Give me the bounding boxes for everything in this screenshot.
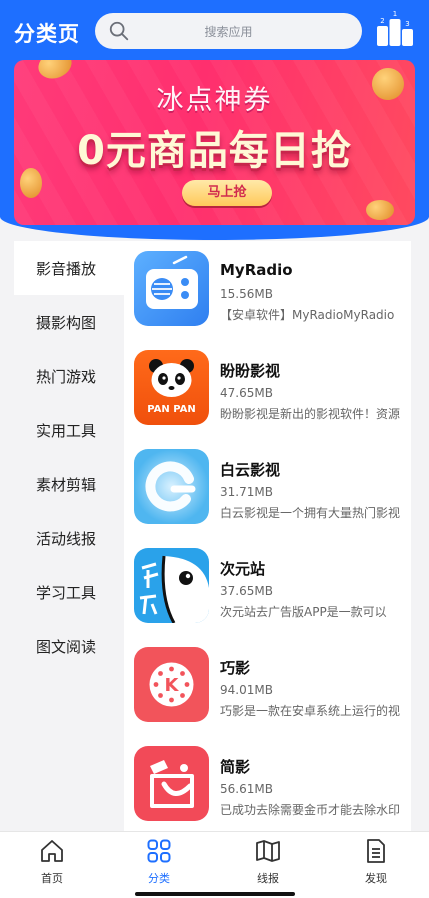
tab-home[interactable]: 首页: [12, 838, 92, 886]
search-input[interactable]: 搜索应用: [95, 13, 362, 49]
svg-text:K: K: [165, 675, 180, 696]
tab-label: 分类: [148, 872, 170, 885]
sidebar-item-editing[interactable]: 素材剪辑: [14, 457, 124, 511]
list-item[interactable]: 白云影视 31.71MB 白云影视是一个拥有大量热门影视: [134, 449, 411, 548]
app-name: 巧影: [220, 659, 251, 677]
category-sidebar: 影音播放 摄影构图 热门游戏 实用工具 素材剪辑 活动线报 学习工具 图文阅读: [14, 241, 124, 831]
sidebar-item-photography[interactable]: 摄影构图: [14, 295, 124, 349]
app-name: 白云影视: [220, 461, 281, 479]
page-title: 分类页: [14, 22, 80, 46]
sidebar-item-tools[interactable]: 实用工具: [14, 403, 124, 457]
svg-text:PAN PAN: PAN PAN: [147, 404, 196, 415]
home-icon: [41, 840, 63, 862]
category-panel: 影音播放 摄影构图 热门游戏 实用工具 素材剪辑 活动线报 学习工具 图文阅读: [14, 241, 411, 831]
tab-label: 发现: [365, 872, 387, 885]
app-list: MyRadio 15.56MB 【安卓软件】MyRadioMyRadio PAN…: [134, 251, 411, 831]
map-icon: [256, 840, 280, 862]
app-name: 简影: [220, 758, 251, 776]
sidebar-item-study[interactable]: 学习工具: [14, 565, 124, 619]
grid-icon: [147, 839, 171, 863]
tab-label: 首页: [41, 872, 63, 885]
app-description: 巧影是一款在安卓系统上运行的视: [220, 704, 401, 718]
tab-category[interactable]: 分类: [119, 838, 199, 886]
tab-deals[interactable]: 线报: [228, 838, 308, 886]
app-size: 31.71MB: [220, 485, 273, 499]
banner-subtitle: 冰点神券: [156, 85, 273, 116]
app-description: 次元站去广告版APP是一款可以: [220, 605, 387, 619]
svg-text:2: 2: [380, 17, 384, 25]
list-item[interactable]: K 巧影 94.01MB 巧影是一款在安卓系统上运行的视: [134, 647, 411, 746]
clapper-icon: [134, 746, 209, 821]
promo-banner[interactable]: 冰点神券 0元商品每日抢 马上抢: [14, 60, 415, 225]
svg-text:1: 1: [393, 10, 397, 18]
list-item[interactable]: PAN PAN 盼盼影视 47.65MB 盼盼影视是新出的影视软件！资源: [134, 350, 411, 449]
tab-discover[interactable]: 发现: [336, 838, 416, 886]
list-item[interactable]: MyRadio 15.56MB 【安卓软件】MyRadioMyRadio: [134, 251, 411, 350]
list-item[interactable]: 简影 56.61MB 已成功去除需要金币才能去除水印: [134, 746, 411, 831]
radio-icon: [134, 251, 209, 326]
document-icon: [367, 839, 385, 863]
app-name: 次元站: [220, 560, 266, 578]
app-size: 56.61MB: [220, 782, 273, 796]
podium-icon[interactable]: 1 2 3: [374, 10, 416, 50]
app-size: 37.65MB: [220, 584, 273, 598]
app-size: 15.56MB: [220, 287, 273, 301]
kinemaster-icon: K: [134, 647, 209, 722]
panda-icon: PAN PAN: [134, 350, 209, 425]
app-name: MyRadio: [220, 261, 293, 279]
list-item[interactable]: 次元站 37.65MB 次元站去广告版APP是一款可以: [134, 548, 411, 647]
sidebar-item-reading[interactable]: 图文阅读: [14, 619, 124, 673]
sidebar-item-games[interactable]: 热门游戏: [14, 349, 124, 403]
app-size: 47.65MB: [220, 386, 273, 400]
app-name: 盼盼影视: [220, 362, 281, 380]
bottom-tabbar: 首页 分类 线报 发现: [0, 831, 429, 898]
app-description: 【安卓软件】MyRadioMyRadio: [220, 308, 395, 322]
search-placeholder: 搜索应用: [204, 25, 253, 39]
banner-headline: 0元商品每日抢: [77, 128, 352, 174]
grab-now-button[interactable]: 马上抢: [182, 180, 272, 206]
coin-decoration: [366, 200, 394, 220]
app-description: 白云影视是一个拥有大量热门影视: [220, 506, 401, 520]
app-size: 94.01MB: [220, 683, 273, 697]
cloud-icon: [134, 449, 209, 524]
home-indicator: [135, 892, 295, 896]
tab-label: 线报: [257, 872, 279, 885]
app-description: 盼盼影视是新出的影视软件！资源: [220, 407, 401, 421]
app-description: 已成功去除需要金币才能去除水印: [220, 803, 401, 817]
svg-text:3: 3: [405, 20, 409, 28]
anime-icon: [134, 548, 209, 623]
sidebar-item-video-audio[interactable]: 影音播放: [14, 241, 124, 295]
header: 分类页 搜索应用 1 2 3: [0, 0, 429, 62]
sidebar-item-deals[interactable]: 活动线报: [14, 511, 124, 565]
